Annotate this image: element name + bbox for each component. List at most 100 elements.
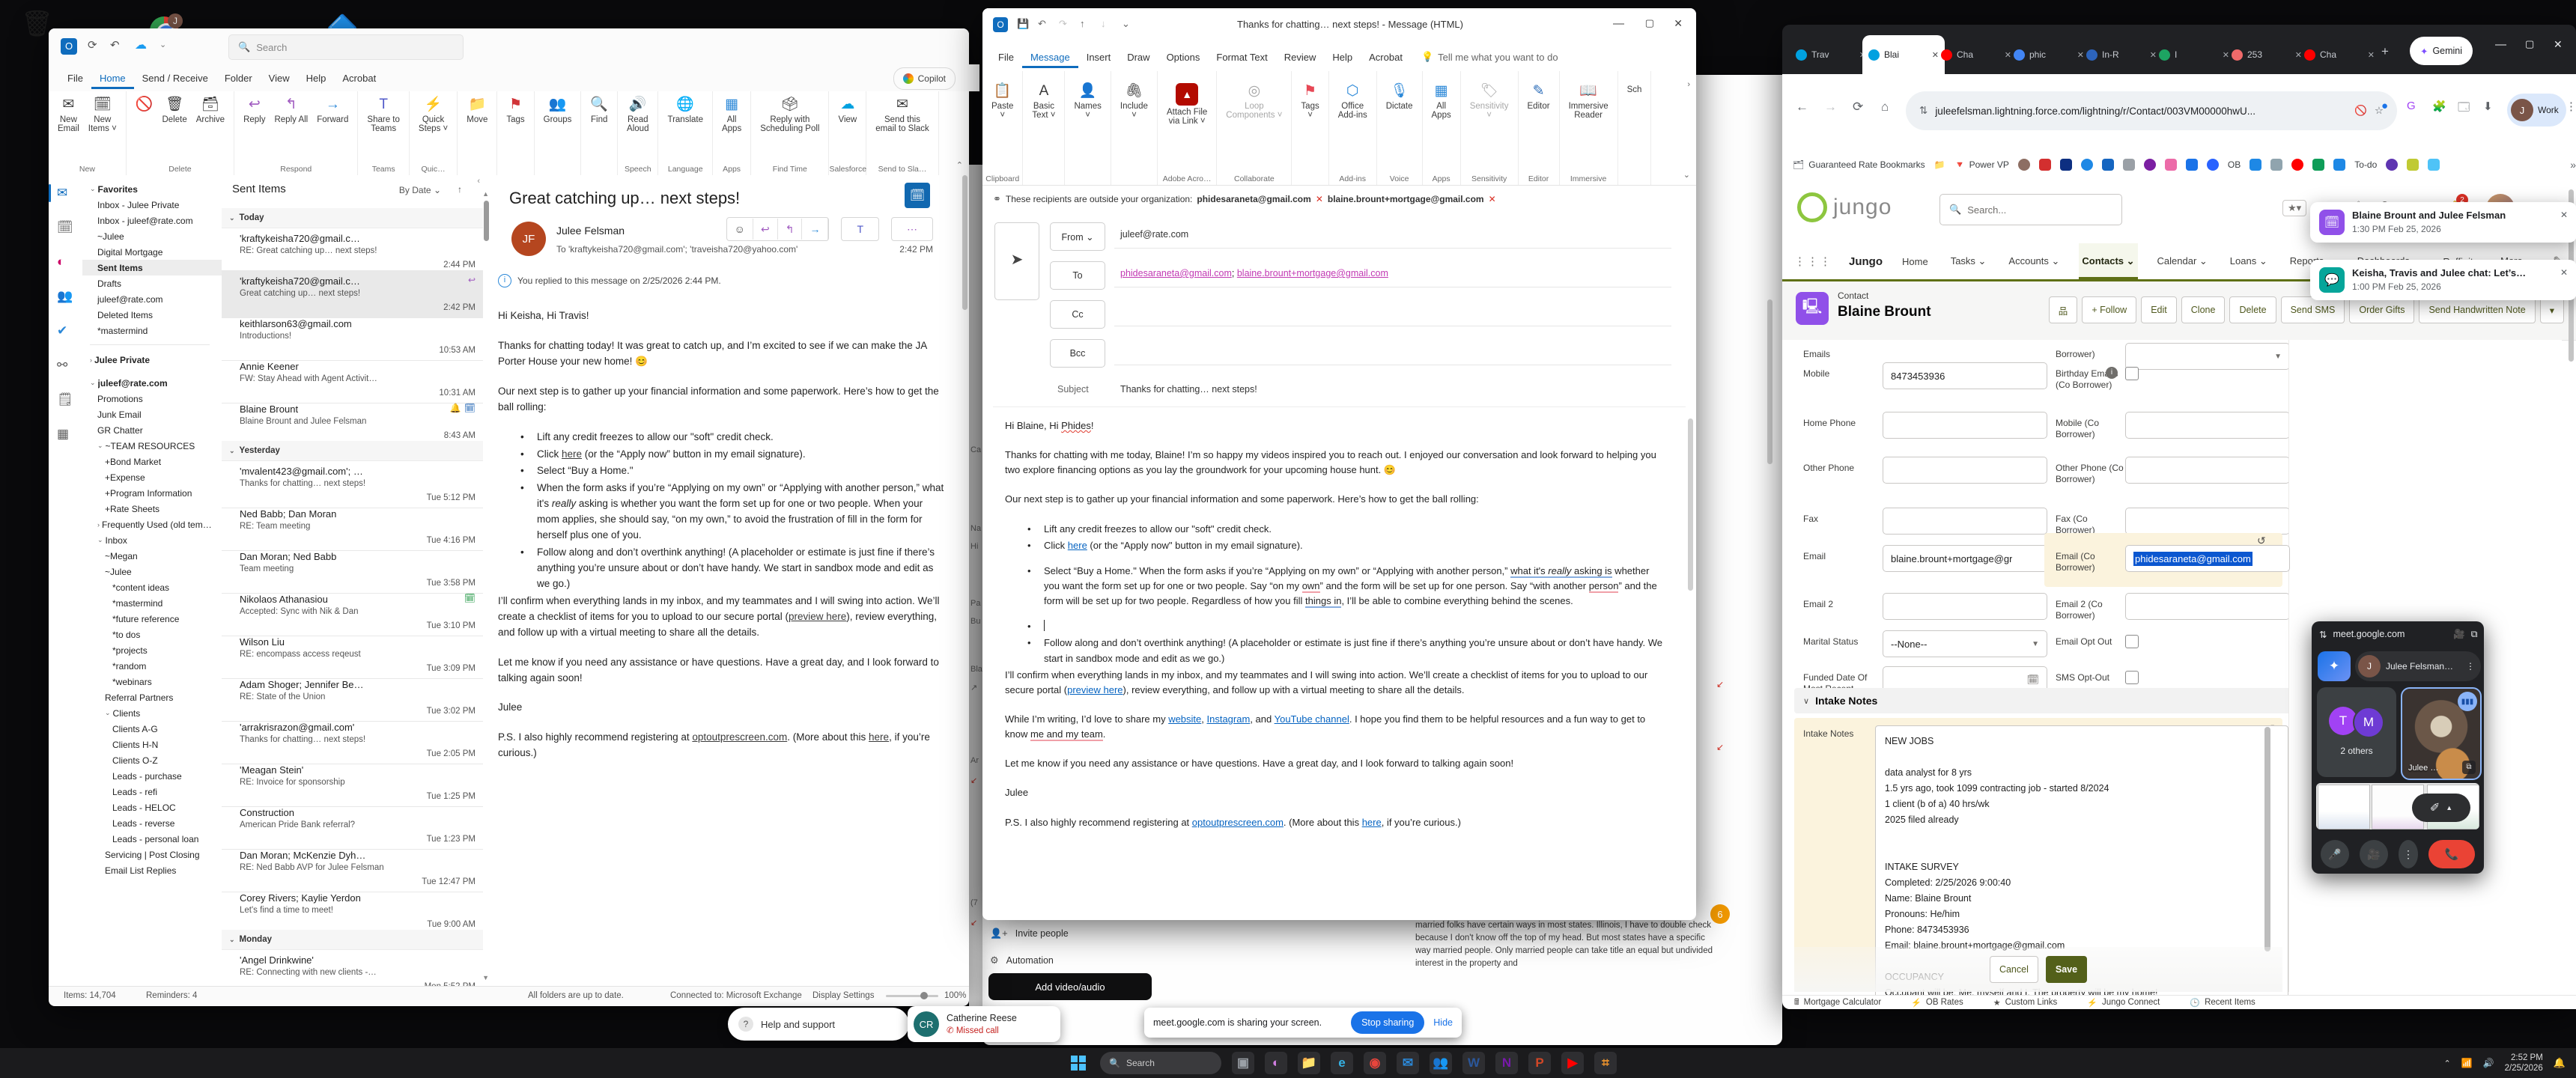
reply-icon[interactable]: ↩ <box>753 219 778 240</box>
new-email-button[interactable]: ✉New Email <box>53 93 84 162</box>
mail-list-item[interactable]: 'arrakrisrazon@gmail.com'Thanks for chat… <box>222 716 483 764</box>
gemini-button[interactable]: ✦Gemini <box>2410 37 2473 65</box>
folder-item[interactable]: Servicing | Post Closing <box>82 847 222 862</box>
forward-button[interactable]: →Forward <box>312 93 353 162</box>
bcc-button[interactable]: Bcc <box>1050 339 1105 368</box>
close-button[interactable]: ✕ <box>2554 38 2563 51</box>
hide-button[interactable]: Hide <box>1433 1017 1453 1028</box>
tab-close-icon[interactable]: ✕ <box>2368 50 2375 60</box>
list-group-header[interactable]: ⌄Yesterday <box>222 441 483 461</box>
bookmark-label[interactable]: To-do <box>2354 159 2377 170</box>
bookmark-favicon[interactable] <box>2186 159 2198 171</box>
field-input[interactable] <box>1883 412 2047 439</box>
undo-icon[interactable]: ↶ <box>110 38 120 52</box>
action--follow[interactable]: + Follow <box>2082 296 2136 323</box>
bookmark-favicon[interactable] <box>2333 159 2345 171</box>
list-scrollbar-thumb[interactable] <box>484 201 489 241</box>
bookmark-favicon[interactable] <box>2407 159 2419 171</box>
slack-button[interactable]: ✉Send this email to Slack <box>871 93 934 162</box>
delete-button[interactable]: 🗑Delete <box>157 93 191 162</box>
teams-icon[interactable]: T <box>849 219 871 240</box>
scroll-up-icon[interactable]: ▲ <box>482 190 489 198</box>
mail-list-item[interactable]: ConstructionAmerican Pride Bank referral… <box>222 802 483 850</box>
nav-item-tasks[interactable]: Tasks ⌄ <box>1948 243 1990 279</box>
people-icon[interactable]: 👥 <box>57 289 73 304</box>
participant-pill[interactable]: JJulee Felsman…⋮ <box>2355 651 2481 681</box>
bookmark-favicon[interactable] <box>2081 159 2093 171</box>
tellme-box[interactable]: 💡Tell me what you want to do <box>1421 51 1558 63</box>
download-icon[interactable]: ⬇ <box>2483 100 2493 113</box>
bookmark-favicon[interactable] <box>2386 159 2398 171</box>
include-button[interactable]: 🖇Include ˅ <box>1116 73 1152 170</box>
menu-tab-options[interactable]: Options <box>1158 46 1209 68</box>
org-icon[interactable]: ⚯ <box>57 358 67 373</box>
folder-item[interactable]: ~Megan <box>82 548 222 564</box>
folder-item[interactable]: Inbox - Julee Private <box>82 197 222 213</box>
taskbar-copilot-icon[interactable]: ◐ <box>1265 1052 1287 1074</box>
folder-item[interactable]: Sent Items <box>82 260 222 275</box>
folder-item[interactable]: *mastermind <box>82 323 222 338</box>
notification-center-icon[interactable]: 🔔 <box>2554 1057 2566 1069</box>
menu-tab-folder[interactable]: Folder <box>216 67 261 89</box>
start-button[interactable] <box>1067 1052 1090 1074</box>
inline-link[interactable]: preview here <box>789 611 846 622</box>
outlook-search-input[interactable]: 🔍Search <box>228 34 464 60</box>
inline-link[interactable]: Instagram <box>1207 713 1251 725</box>
camera-icon[interactable]: 🎥 <box>2360 840 2388 868</box>
bookmark-favicon[interactable] <box>2144 159 2156 171</box>
folder-item[interactable]: Clients A-G <box>82 721 222 737</box>
action--[interactable]: ▾ <box>2540 296 2564 323</box>
notification-toast[interactable]: 🗓Blaine Brount and Julee Felsman1:30 PM … <box>2310 202 2576 243</box>
mail-list-item[interactable]: Ned Babb; Dan MoranRE: Team meetingTue 4… <box>222 503 483 551</box>
bookmark-item[interactable]: 🔻Power VP <box>1954 159 2009 170</box>
menu-tab-home[interactable]: Home <box>91 67 134 89</box>
nav-item-loans[interactable]: Loans ⌄ <box>2227 243 2270 279</box>
menu-tab-file[interactable]: File <box>59 67 91 89</box>
sort-direction-icon[interactable]: ↑ <box>458 184 462 195</box>
menu-tab-format-text[interactable]: Format Text <box>1208 46 1275 68</box>
browser-tab[interactable]: Trav✕ <box>1790 35 1872 74</box>
gemini-meet-button[interactable]: ✦ <box>2318 651 2351 681</box>
sync-icon[interactable]: ⟳ <box>88 38 97 52</box>
paste-button[interactable]: 📋Paste ˅ <box>987 73 1018 170</box>
all-apps-button[interactable]: ▦All Apps <box>1427 73 1456 170</box>
move-button[interactable]: 📁Move <box>462 93 492 162</box>
mail-list-item[interactable]: 'Angel Drinkwine'RE: Connecting with new… <box>222 949 483 986</box>
bookmark-favicon[interactable] <box>2250 159 2261 171</box>
display-settings-button[interactable]: Display Settings <box>812 991 874 1000</box>
folder-item[interactable]: GR Chatter <box>82 422 222 438</box>
collapse-pane-icon[interactable]: ‹ <box>477 177 480 186</box>
basic-text-button[interactable]: ABasic Text ˅ <box>1027 73 1060 170</box>
tray-expand-icon[interactable]: ⌃ <box>2444 1059 2451 1068</box>
folder-item[interactable]: *projects <box>82 642 222 658</box>
recipient-chip[interactable]: blaine.brount+mortgage@gmail.com <box>1237 268 1388 278</box>
taskbar-search[interactable]: 🔍Search <box>1100 1052 1221 1074</box>
folder-item[interactable]: Leads - reverse <box>82 815 222 831</box>
utility-jungo-connect[interactable]: ⚡Jungo Connect <box>2087 998 2160 1008</box>
move-down-icon[interactable]: ↓ <box>1101 18 1106 29</box>
mail-list-item[interactable]: Nikolaos AthanasiouAccepted: Sync with N… <box>222 588 483 636</box>
new-tab-button[interactable]: + <box>2381 44 2389 59</box>
bookmark-favicon[interactable] <box>2312 159 2324 171</box>
qat-overflow-icon[interactable]: ⌄ <box>160 40 166 49</box>
folder-item[interactable]: Referral Partners <box>82 689 222 705</box>
remove-recipient-icon[interactable]: ✕ <box>1316 194 1323 204</box>
bookmark-favicon[interactable] <box>2207 159 2219 171</box>
toast-close-icon[interactable]: ✕ <box>2560 267 2568 278</box>
bookmark-favicon[interactable] <box>2270 159 2282 171</box>
maximize-button[interactable]: ▢ <box>2525 38 2534 50</box>
field-input[interactable]: phidesaraneta@gmail.com <box>2125 545 2290 572</box>
list-group-header[interactable]: ⌄Today <box>222 208 483 228</box>
folder-item[interactable]: Leads - personal loan <box>82 831 222 847</box>
field-input[interactable] <box>2125 508 2290 535</box>
reply-all-button[interactable]: ↰Reply All <box>270 93 312 162</box>
send-button[interactable]: ➤ <box>994 222 1039 300</box>
global-search-input[interactable]: 🔍Search... <box>1939 194 2122 225</box>
scheduling-button[interactable]: Sch <box>1623 73 1647 170</box>
reply-button[interactable]: ↩Reply <box>239 93 270 162</box>
extension-blue-icon[interactable]: ● <box>2381 100 2388 112</box>
reply-all-icon[interactable]: ↰ <box>778 219 803 240</box>
folder-item[interactable]: Clients O-Z <box>82 752 222 768</box>
folder-item[interactable]: Leads - HELOC <box>82 800 222 815</box>
immersive-reader-button[interactable]: 📖Immersive Reader <box>1564 73 1613 170</box>
